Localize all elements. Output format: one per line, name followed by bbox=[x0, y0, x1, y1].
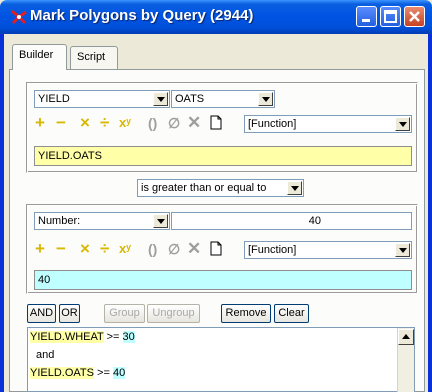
minimize-icon bbox=[362, 19, 370, 22]
function-select[interactable]: [Function] bbox=[244, 115, 412, 133]
or-button[interactable]: OR bbox=[59, 304, 80, 323]
query-line[interactable]: YIELD.OATS >= 40 bbox=[30, 367, 126, 379]
query-field: YIELD.WHEAT bbox=[30, 331, 104, 343]
divide-icon[interactable]: ÷ bbox=[100, 240, 109, 258]
scroll-up-icon[interactable] bbox=[398, 329, 414, 345]
chevron-down-icon[interactable] bbox=[287, 181, 302, 195]
chevron-down-icon[interactable] bbox=[258, 92, 273, 106]
operator-select-value: is greater than or equal to bbox=[141, 182, 267, 194]
null-icon[interactable]: ∅ bbox=[168, 240, 180, 258]
number-input[interactable]: 40 bbox=[171, 212, 412, 230]
group-button[interactable]: Group bbox=[104, 304, 145, 323]
multiply-icon[interactable]: × bbox=[80, 114, 90, 132]
divide-icon[interactable]: ÷ bbox=[100, 114, 109, 132]
query-operator: >= bbox=[97, 367, 110, 379]
operator-select[interactable]: is greater than or equal to bbox=[137, 179, 304, 197]
chevron-down-icon[interactable] bbox=[395, 117, 410, 131]
document-icon[interactable] bbox=[210, 241, 222, 256]
field-value-select[interactable]: OATS bbox=[171, 90, 275, 108]
query-operator: >= bbox=[106, 331, 120, 343]
close-button[interactable] bbox=[404, 6, 425, 27]
field-value-select-value: OATS bbox=[175, 93, 205, 105]
plus-icon[interactable]: + bbox=[35, 240, 45, 258]
right-expression-field[interactable]: 40 bbox=[34, 270, 412, 290]
field-select[interactable]: YIELD bbox=[34, 90, 170, 108]
maximize-button[interactable] bbox=[380, 6, 401, 27]
value-type-select-value: Number: bbox=[38, 215, 81, 227]
query-list[interactable]: YIELD.WHEAT >= 30 and YIELD.OATS >= 40 bbox=[27, 327, 415, 392]
window-title: Mark Polygons by Query (2944) bbox=[30, 7, 254, 24]
clear-button[interactable]: Clear bbox=[274, 304, 309, 323]
minus-icon[interactable]: − bbox=[56, 240, 66, 258]
parentheses-icon[interactable]: () bbox=[148, 114, 157, 132]
app-icon bbox=[10, 8, 28, 26]
left-expression-text: YIELD.OATS bbox=[38, 150, 102, 162]
null-icon[interactable]: ∅ bbox=[168, 114, 180, 132]
multiply-icon[interactable]: × bbox=[80, 240, 90, 258]
function-select-value: [Function] bbox=[248, 244, 297, 256]
document-icon[interactable] bbox=[210, 115, 222, 130]
left-expression-field[interactable]: YIELD.OATS bbox=[34, 146, 412, 166]
minus-icon[interactable]: − bbox=[56, 114, 66, 132]
tab-builder[interactable]: Builder bbox=[12, 44, 67, 70]
right-expression-text: 40 bbox=[38, 274, 51, 286]
chevron-down-icon[interactable] bbox=[153, 92, 168, 106]
and-button[interactable]: AND bbox=[27, 304, 56, 323]
function-select[interactable]: [Function] bbox=[244, 241, 412, 259]
plus-icon[interactable]: + bbox=[35, 114, 45, 132]
ungroup-button[interactable]: Ungroup bbox=[147, 304, 200, 323]
maximize-icon bbox=[384, 10, 397, 23]
query-connector[interactable]: and bbox=[36, 349, 54, 361]
query-field: YIELD.OATS bbox=[30, 367, 94, 379]
parentheses-icon[interactable]: () bbox=[148, 240, 157, 258]
tab-script[interactable]: Script bbox=[70, 46, 118, 69]
function-select-value: [Function] bbox=[248, 118, 297, 130]
remove-button[interactable]: Remove bbox=[221, 304, 271, 323]
chevron-down-icon[interactable] bbox=[395, 243, 410, 257]
field-select-value: YIELD bbox=[38, 93, 70, 105]
minimize-button[interactable] bbox=[356, 6, 377, 27]
query-value: 40 bbox=[112, 367, 126, 379]
value-type-select[interactable]: Number: bbox=[34, 212, 170, 230]
delete-icon[interactable]: ✕ bbox=[187, 114, 201, 132]
power-icon[interactable]: xʸ bbox=[119, 114, 131, 132]
delete-icon[interactable]: ✕ bbox=[187, 240, 201, 258]
query-value: 30 bbox=[122, 331, 135, 343]
chevron-down-icon[interactable] bbox=[153, 214, 168, 228]
power-icon[interactable]: xʸ bbox=[119, 240, 131, 258]
close-icon bbox=[409, 11, 420, 22]
query-line[interactable]: YIELD.WHEAT >= 30 bbox=[30, 331, 135, 343]
